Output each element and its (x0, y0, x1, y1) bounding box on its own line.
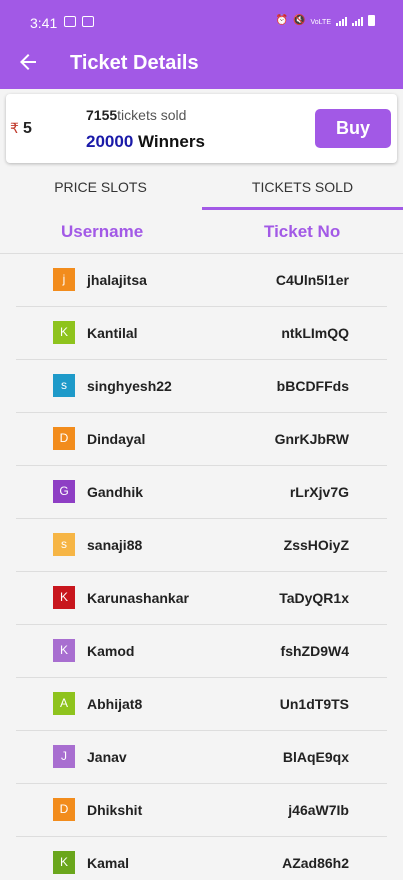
notification-icons (64, 16, 94, 27)
alarm-icon: ⏰ (275, 15, 289, 26)
list-item: s singhyesh22 bBCDFFds (0, 360, 403, 413)
ticket-number: ntkLImQQ (281, 325, 349, 341)
avatar: G (53, 480, 75, 503)
active-tab-indicator (202, 207, 403, 210)
winners-count: 20000 (86, 132, 134, 151)
username: Kantilal (87, 325, 138, 341)
list-item: K Karunashankar TaDyQR1x (0, 572, 403, 625)
tab-bar: PRICE SLOTS TICKETS SOLD (0, 168, 403, 210)
username: Kamod (87, 643, 135, 659)
avatar: K (53, 321, 75, 344)
status-time: 3:41 (30, 15, 58, 31)
ticket-number: rLrXjv7G (289, 484, 349, 500)
ticket-number: TaDyQR1x (279, 590, 349, 606)
mute-icon: 🔇 (293, 15, 306, 26)
app-bar: Ticket Details (0, 42, 403, 89)
avatar: j (53, 268, 75, 291)
volte-icon: VoLTE (310, 19, 332, 26)
page-title: Ticket Details (70, 52, 199, 74)
signal-icon-1 (336, 17, 347, 26)
avatar: K (53, 639, 75, 662)
avatar: D (53, 798, 75, 821)
ticket-number: fshZD9W4 (280, 643, 349, 659)
ticket-no-header: Ticket No (264, 222, 341, 241)
username: Janav (87, 749, 127, 765)
status-bar: 3:41 ⏰ 🔇 VoLTE (0, 0, 403, 42)
tab-tickets-sold[interactable]: TICKETS SOLD (202, 168, 403, 210)
username: Dhikshit (87, 802, 143, 818)
list-item: K Kamod fshZD9W4 (0, 625, 403, 678)
username: jhalajitsa (87, 272, 147, 288)
list-item: j jhalajitsa C4Uln5l1er (0, 254, 403, 307)
username: sanaji88 (87, 537, 143, 553)
winners-line: 20000 Winners (86, 132, 205, 152)
signal-icon-2 (352, 17, 363, 26)
list-item: G Gandhik rLrXjv7G (0, 466, 403, 519)
avatar: K (53, 586, 75, 609)
ticket-number: Un1dT9TS (279, 696, 349, 712)
avatar: A (53, 692, 75, 715)
winners-label: Winners (138, 132, 205, 151)
ticket-number: BlAqE9qx (282, 749, 349, 765)
username: Karunashankar (87, 590, 189, 606)
avatar: D (53, 427, 75, 450)
buy-button[interactable]: Buy (315, 109, 391, 148)
avatar: J (53, 745, 75, 768)
ticket-number: AZad86h2 (282, 855, 349, 871)
list-item: J Janav BlAqE9qx (0, 731, 403, 784)
ticket-number: ZssHOiyZ (283, 537, 349, 553)
tickets-sold-count: 7155 (86, 107, 118, 123)
list-item: K Kantilal ntkLImQQ (0, 307, 403, 360)
ticket-number: C4Uln5l1er (275, 272, 349, 288)
back-arrow-icon[interactable] (16, 50, 40, 74)
username: singhyesh22 (87, 378, 172, 394)
ticket-number: GnrKJbRW (274, 431, 349, 447)
avatar: s (53, 533, 75, 556)
tickets-sold-label: tickets sold (117, 107, 187, 123)
username-header: Username (61, 222, 144, 241)
list-item: K Kamal AZad86h2 (0, 837, 403, 880)
list-item: D Dhikshit j46aW7Ib (0, 784, 403, 837)
tickets-list[interactable]: j jhalajitsa C4Uln5l1er K Kantilal ntkLImQQ s s… (0, 254, 403, 880)
ticket-price: 5 (23, 120, 32, 137)
battery-icon (368, 15, 375, 26)
tab-price-slots[interactable]: PRICE SLOTS (0, 168, 201, 210)
gallery-notification-icon (64, 16, 76, 27)
ticket-number: j46aW7Ib (288, 802, 349, 818)
username: Abhijat8 (87, 696, 143, 712)
rupee-icon: ₹ (10, 120, 19, 136)
avatar: K (53, 851, 75, 874)
avatar: s (53, 374, 75, 397)
system-icons: ⏰ 🔇 VoLTE (276, 15, 375, 26)
list-item: D Dindayal GnrKJbRW (0, 413, 403, 466)
ticket-number: bBCDFFds (276, 378, 349, 394)
column-headers: Username Ticket No (0, 214, 403, 254)
username: Kamal (87, 855, 130, 871)
message-notification-icon (82, 16, 94, 27)
list-item: A Abhijat8 Un1dT9TS (0, 678, 403, 731)
ticket-summary-card: ₹ 5 7155tickets sold 20000 Winners Buy (6, 94, 397, 163)
username: Gandhik (87, 484, 144, 500)
list-item: s sanaji88 ZssHOiyZ (0, 519, 403, 572)
username: Dindayal (87, 431, 146, 447)
tickets-sold-line: 7155tickets sold (86, 107, 186, 123)
